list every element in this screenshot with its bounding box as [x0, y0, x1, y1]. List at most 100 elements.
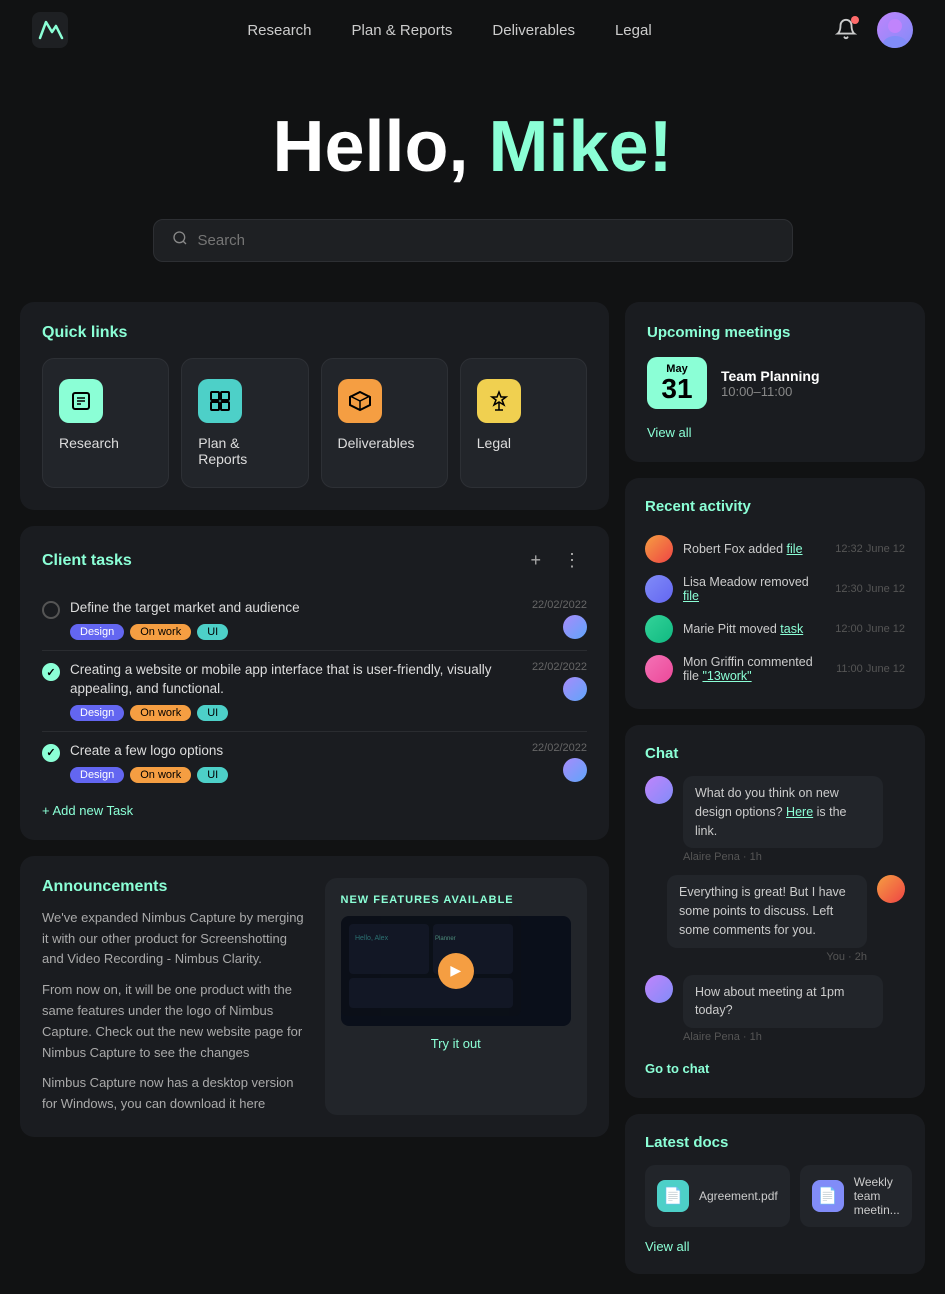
try-it-out-button[interactable]: Try it out — [341, 1036, 572, 1051]
task-assignee-avatar — [563, 758, 587, 782]
quick-links-title: Quick links — [42, 324, 587, 342]
view-all-meetings-button[interactable]: View all — [647, 425, 692, 440]
activity-link[interactable]: file — [787, 542, 803, 556]
play-button[interactable]: ▶ — [438, 953, 474, 989]
chat-meta: Alaire Pena · 1h — [683, 851, 883, 863]
chat-bubble: How about meeting at 1pm today? — [683, 975, 883, 1029]
task-checkbox-done[interactable]: ✓ — [42, 663, 60, 681]
quick-link-deliverables[interactable]: Deliverables — [321, 358, 448, 488]
quick-links-card: Quick links Research — [20, 302, 609, 510]
navbar: Research Plan & Reports Deliverables Leg… — [0, 0, 945, 60]
task-right: 22/02/2022 — [507, 742, 587, 782]
meeting-info: Team Planning 10:00–11:00 — [721, 368, 820, 399]
activity-time: 12:30 June 12 — [835, 583, 905, 595]
activity-item: Robert Fox added file 12:32 June 12 — [645, 529, 905, 569]
task-title: Creating a website or mobile app interfa… — [70, 661, 507, 699]
add-task-button[interactable]: + Add new Task — [42, 803, 133, 818]
main-content: Quick links Research — [0, 302, 945, 1294]
quick-link-research[interactable]: Research — [42, 358, 169, 488]
chat-title: Chat — [645, 745, 905, 762]
nav-deliverables[interactable]: Deliverables — [492, 22, 575, 39]
task-right: 22/02/2022 — [507, 661, 587, 701]
doc-icon-weekly: 📄 — [812, 1180, 844, 1212]
nav-research[interactable]: Research — [247, 22, 311, 39]
chat-avatar-you — [877, 875, 905, 903]
nav-plan-reports[interactable]: Plan & Reports — [352, 22, 453, 39]
tasks-add-button[interactable]: + — [524, 548, 547, 573]
navbar-right — [831, 12, 913, 48]
logo[interactable] — [32, 12, 68, 48]
task-checkbox[interactable] — [42, 601, 60, 619]
activity-time: 12:32 June 12 — [835, 543, 905, 555]
meeting-date-badge: May 31 — [647, 357, 707, 409]
activity-text: Mon Griffin commented file "13work" — [683, 655, 826, 683]
user-avatar[interactable] — [877, 12, 913, 48]
quick-links-grid: Research Plan & Reports — [42, 358, 587, 488]
doc-item-agreement[interactable]: 📄 Agreement.pdf — [645, 1165, 790, 1227]
announcements-card: Announcements We've expanded Nimbus Capt… — [20, 856, 609, 1137]
chat-message-left2: How about meeting at 1pm today? Alaire P… — [645, 975, 905, 1044]
quick-link-plan-reports[interactable]: Plan & Reports — [181, 358, 308, 488]
doc-name-agreement: Agreement.pdf — [699, 1189, 778, 1203]
task-assignee-avatar — [563, 615, 587, 639]
activity-text: Robert Fox added file — [683, 542, 825, 556]
nav-legal[interactable]: Legal — [615, 22, 652, 39]
activity-link[interactable]: file — [683, 589, 699, 603]
chat-bubble: Everything is great! But I have some poi… — [667, 875, 867, 947]
task-row: ✓ Creating a website or mobile app inter… — [42, 651, 587, 732]
task-left: ✓ Create a few logo options Design On wo… — [42, 742, 507, 783]
go-to-chat-button[interactable]: Go to chat — [645, 1061, 709, 1076]
tag-design: Design — [70, 624, 124, 640]
docs-title: Latest docs — [645, 1134, 905, 1151]
announcements-body2: From now on, it will be one product with… — [42, 980, 305, 1063]
plan-reports-icon — [198, 379, 242, 423]
new-features-box: NEW FEATURES AVAILABLE Hello, Alex Plann… — [325, 878, 588, 1115]
announcements-left: Announcements We've expanded Nimbus Capt… — [42, 878, 305, 1115]
meeting-name: Team Planning — [721, 368, 820, 384]
tag-design: Design — [70, 767, 124, 783]
activity-time: 12:00 June 12 — [835, 623, 905, 635]
activity-item: Lisa Meadow removed file 12:30 June 12 — [645, 569, 905, 609]
hero-greeting: Hello, — [272, 107, 488, 187]
tasks-actions: + ⋮ — [524, 548, 587, 573]
tasks-more-button[interactable]: ⋮ — [557, 548, 587, 573]
tag-ui: UI — [197, 624, 228, 640]
activity-text: Lisa Meadow removed file — [683, 575, 825, 603]
right-column: Upcoming meetings May 31 Team Planning 1… — [625, 302, 925, 1274]
task-title: Create a few logo options — [70, 742, 507, 761]
announcements-body3: Nimbus Capture now has a desktop version… — [42, 1073, 305, 1115]
activity-avatar — [645, 535, 673, 563]
task-checkbox-done[interactable]: ✓ — [42, 744, 60, 762]
view-all-docs-button[interactable]: View all — [645, 1239, 690, 1254]
activity-item: Mon Griffin commented file "13work" 11:0… — [645, 649, 905, 689]
svg-text:Planner: Planner — [435, 936, 456, 942]
notification-button[interactable] — [831, 14, 861, 47]
chat-bubble-wrap3: How about meeting at 1pm today? Alaire P… — [683, 975, 883, 1044]
doc-item-weekly[interactable]: 📄 Weekly team meetin... — [800, 1165, 912, 1227]
new-features-label: NEW FEATURES AVAILABLE — [341, 894, 572, 906]
chat-bubble-wrap: What do you think on new design options?… — [683, 776, 883, 863]
chat-avatar-alaire2 — [645, 975, 673, 1003]
tasks-title: Client tasks — [42, 552, 132, 570]
activity-title: Recent activity — [645, 498, 905, 515]
tag-ui: UI — [197, 705, 228, 721]
task-right: 22/02/2022 — [507, 599, 587, 639]
task-text: Define the target market and audience De… — [70, 599, 507, 640]
tag-onwork: On work — [130, 705, 191, 721]
chat-card: Chat What do you think on new design opt… — [625, 725, 925, 1098]
activity-link[interactable]: "13work" — [702, 669, 751, 683]
svg-text:Hello, Alex: Hello, Alex — [355, 935, 389, 942]
chat-link-here[interactable]: Here — [786, 805, 813, 819]
activity-link[interactable]: task — [780, 622, 803, 636]
latest-docs-card: Latest docs 📄 Agreement.pdf 📄 Weekly tea… — [625, 1114, 925, 1274]
activity-avatar — [645, 655, 673, 683]
plan-reports-label: Plan & Reports — [198, 435, 291, 467]
recent-activity-card: Recent activity Robert Fox added file 12… — [625, 478, 925, 709]
activity-time: 11:00 June 12 — [836, 663, 905, 675]
chat-avatar-alaire — [645, 776, 673, 804]
search-input[interactable] — [198, 232, 774, 249]
left-column: Quick links Research — [20, 302, 609, 1274]
meetings-title: Upcoming meetings — [647, 324, 903, 341]
chat-bubble: What do you think on new design options?… — [683, 776, 883, 848]
quick-link-legal[interactable]: Legal — [460, 358, 587, 488]
